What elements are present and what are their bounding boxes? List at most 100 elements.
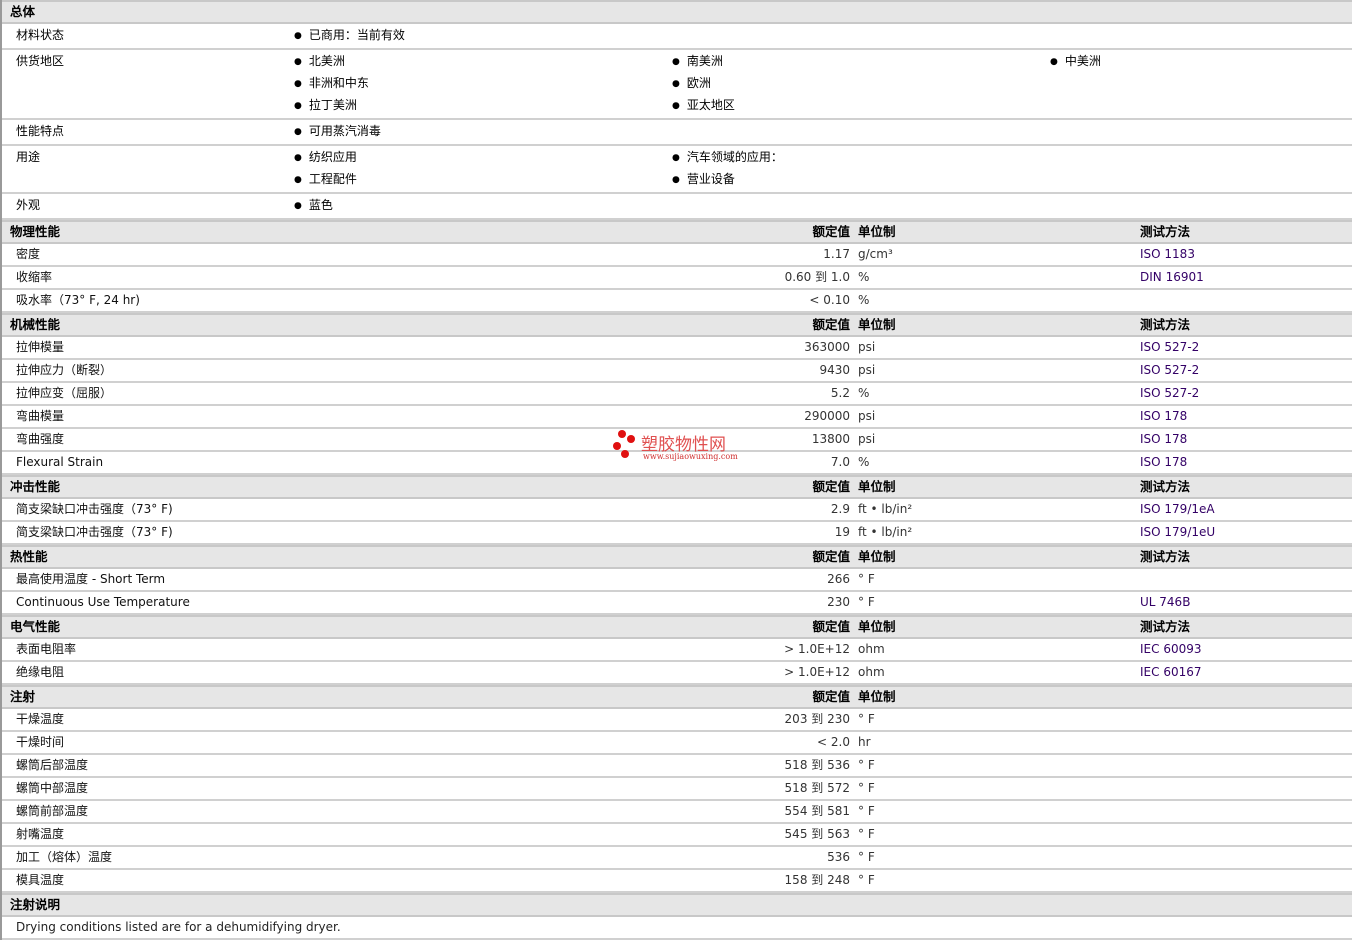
property-value: 554 到 581 bbox=[784, 804, 850, 818]
property-unit: hr bbox=[858, 735, 871, 749]
bullet-item: 纺织应用 bbox=[294, 147, 672, 169]
property-label: 拉伸应力（断裂） bbox=[16, 363, 113, 377]
property-value: 363000 bbox=[804, 340, 850, 354]
property-unit: ° F bbox=[858, 781, 875, 795]
bullet-item: 中美洲 bbox=[1050, 51, 1350, 73]
property-value: > 1.0E+12 bbox=[784, 642, 850, 656]
bullet-list: 蓝色 bbox=[294, 195, 1352, 217]
bullet-item: 汽车领域的应用： bbox=[672, 147, 1050, 169]
column-header-unit: 单位制 bbox=[858, 479, 896, 494]
property-unit: ft • lb/in² bbox=[858, 502, 913, 516]
column-header-value: 额定值 bbox=[812, 224, 850, 239]
property-value: 9430 bbox=[819, 363, 850, 377]
property-value: > 1.0E+12 bbox=[784, 665, 850, 679]
property-label: 绝缘电阻 bbox=[16, 665, 65, 679]
property-row: 绝缘电阻 > 1.0E+12 ohm IEC 60167 bbox=[2, 662, 1352, 685]
property-value: 158 到 248 bbox=[784, 873, 850, 887]
property-label: 拉伸应变（屈服） bbox=[16, 386, 113, 400]
test-method: ISO 527-2 bbox=[1140, 363, 1200, 377]
property-row: 拉伸模量 363000 psi ISO 527-2 bbox=[2, 337, 1352, 360]
row-label: 材料状态 bbox=[16, 28, 65, 42]
column-header-unit: 单位制 bbox=[858, 224, 896, 239]
property-label: 加工（熔体）温度 bbox=[16, 850, 113, 864]
property-row: 螺筒中部温度 518 到 572 ° F bbox=[2, 778, 1352, 801]
test-method: ISO 527-2 bbox=[1140, 386, 1200, 400]
property-value: < 0.10 bbox=[809, 293, 850, 307]
bullet-list: 北美洲南美洲中美洲非洲和中东欧洲拉丁美洲亚太地区 bbox=[294, 51, 1352, 117]
column-header-method: 测试方法 bbox=[1140, 317, 1191, 332]
property-unit: % bbox=[858, 455, 870, 469]
test-method: IEC 60167 bbox=[1140, 665, 1202, 679]
datasheet-table: 总体 材料状态 已商用：当前有效供货地区 北美洲南美洲中美洲非洲和中东欧洲拉丁美洲亚… bbox=[0, 0, 1352, 940]
column-header-method: 测试方法 bbox=[1140, 479, 1191, 494]
property-value: 19 bbox=[834, 525, 850, 539]
row-label: 供货地区 bbox=[16, 54, 65, 68]
test-method: ISO 179/1eU bbox=[1140, 525, 1216, 539]
section-header-notes: 注射说明 bbox=[2, 893, 1352, 917]
property-unit: % bbox=[858, 386, 870, 400]
property-row: 模具温度 158 到 248 ° F bbox=[2, 870, 1352, 893]
property-label: 表面电阻率 bbox=[16, 642, 77, 656]
property-value: 266 bbox=[827, 572, 850, 586]
property-unit: ° F bbox=[858, 827, 875, 841]
bullet-list: 纺织应用汽车领域的应用：工程配件营业设备 bbox=[294, 147, 1352, 191]
test-method: ISO 178 bbox=[1140, 432, 1188, 446]
property-row: 最高使用温度 - Short Term 266 ° F bbox=[2, 569, 1352, 592]
property-unit: ohm bbox=[858, 665, 885, 679]
column-header-method: 测试方法 bbox=[1140, 224, 1191, 239]
property-value: < 2.0 bbox=[817, 735, 850, 749]
bullet-item: 北美洲 bbox=[294, 51, 672, 73]
section-header: 注射 额定值 单位制 bbox=[2, 685, 1352, 709]
property-label: 弯曲模量 bbox=[16, 409, 65, 423]
property-label: 螺筒中部温度 bbox=[16, 781, 89, 795]
section-title: 总体 bbox=[10, 4, 36, 19]
column-header-unit: 单位制 bbox=[858, 689, 896, 704]
test-method: DIN 16901 bbox=[1140, 270, 1204, 284]
test-method: IEC 60093 bbox=[1140, 642, 1202, 656]
section-title: 热性能 bbox=[10, 549, 48, 564]
property-value: 203 到 230 bbox=[784, 712, 850, 726]
row-label: 性能特点 bbox=[16, 124, 65, 138]
column-header-value: 额定值 bbox=[812, 689, 850, 704]
test-method: ISO 179/1eA bbox=[1140, 502, 1215, 516]
general-row: 外观 蓝色 bbox=[2, 194, 1352, 220]
test-method: ISO 178 bbox=[1140, 409, 1188, 423]
section-header: 电气性能 额定值 单位制 测试方法 bbox=[2, 615, 1352, 639]
column-header-unit: 单位制 bbox=[858, 317, 896, 332]
property-unit: ° F bbox=[858, 572, 875, 586]
property-row: 吸水率（73° F, 24 hr) < 0.10% bbox=[2, 290, 1352, 313]
bullet-item: 可用蒸汽消毒 bbox=[294, 121, 672, 143]
general-row: 性能特点 可用蒸汽消毒 bbox=[2, 120, 1352, 146]
general-row: 供货地区 北美洲南美洲中美洲非洲和中东欧洲拉丁美洲亚太地区 bbox=[2, 50, 1352, 120]
bullet-item: 南美洲 bbox=[672, 51, 1050, 73]
property-value: 7.0 bbox=[830, 455, 850, 469]
bullet-item: 亚太地区 bbox=[672, 95, 1050, 117]
test-method: ISO 527-2 bbox=[1140, 340, 1200, 354]
section-header: 机械性能 额定值 单位制 测试方法 bbox=[2, 313, 1352, 337]
property-row: 弯曲模量 290000 psi ISO 178 bbox=[2, 406, 1352, 429]
column-header-value: 额定值 bbox=[812, 317, 850, 332]
property-value: 2.9 bbox=[830, 502, 850, 516]
bullet-item: 营业设备 bbox=[672, 169, 1050, 191]
section-title: 注射说明 bbox=[10, 897, 61, 912]
property-row: 密度 1.17 g/cm³ ISO 1183 bbox=[2, 244, 1352, 267]
property-label: 最高使用温度 - Short Term bbox=[16, 572, 166, 586]
bullet-item: 拉丁美洲 bbox=[294, 95, 672, 117]
property-unit: ft • lb/in² bbox=[858, 525, 913, 539]
property-label: 简支梁缺口冲击强度（73° F) bbox=[16, 525, 173, 539]
section-title: 机械性能 bbox=[10, 317, 61, 332]
property-label: 干燥时间 bbox=[16, 735, 65, 749]
section-title: 物理性能 bbox=[10, 224, 61, 239]
property-unit: psi bbox=[858, 340, 876, 354]
property-unit: psi bbox=[858, 409, 876, 423]
watermark-logo: 塑胶物性网 www.sujiaowuxing.com bbox=[613, 428, 753, 464]
bullet-item: 蓝色 bbox=[294, 195, 672, 217]
property-value: 536 bbox=[827, 850, 850, 864]
column-header-value: 额定值 bbox=[812, 479, 850, 494]
property-value: 5.2 bbox=[830, 386, 850, 400]
row-label: 用途 bbox=[16, 150, 41, 164]
section-header: 冲击性能 额定值 单位制 测试方法 bbox=[2, 475, 1352, 499]
property-row: 干燥时间 < 2.0 hr bbox=[2, 732, 1352, 755]
general-row: 材料状态 已商用：当前有效 bbox=[2, 24, 1352, 50]
bullet-item: 欧洲 bbox=[672, 73, 1050, 95]
